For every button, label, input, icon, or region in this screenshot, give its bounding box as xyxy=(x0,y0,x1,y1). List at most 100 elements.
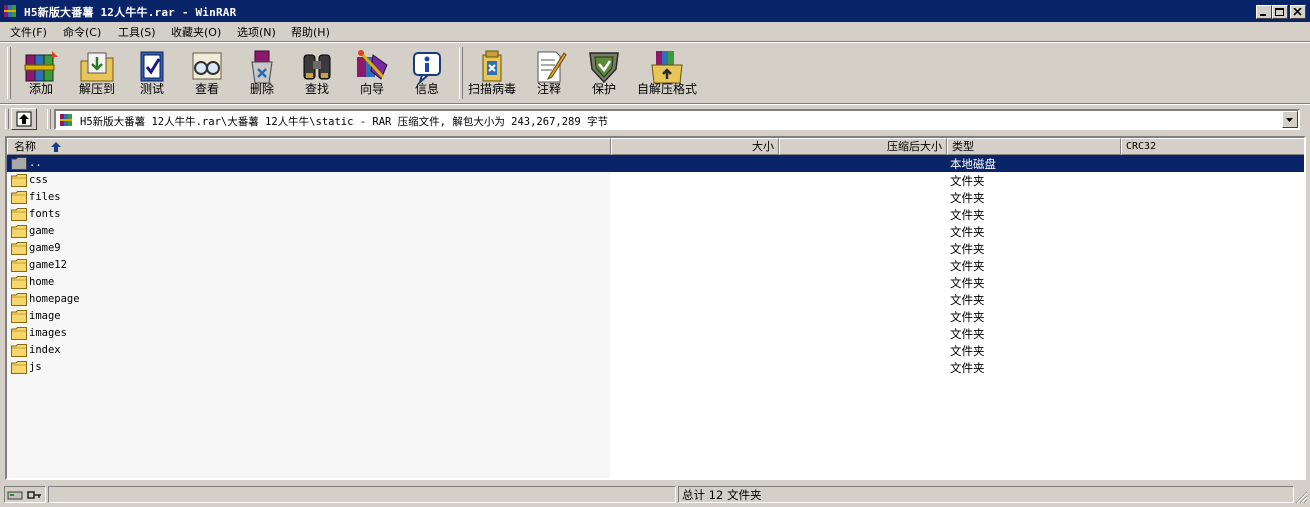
folder-icon xyxy=(11,310,27,323)
table-row[interactable]: files 文件夹 xyxy=(7,189,1304,206)
row-name: js xyxy=(29,361,42,373)
extract-to-label: 解压到 xyxy=(78,82,115,96)
table-row[interactable]: fonts 文件夹 xyxy=(7,206,1304,223)
folder-icon xyxy=(11,327,27,340)
winrar-app-icon[interactable] xyxy=(3,3,19,19)
status-selection-panel xyxy=(48,486,676,503)
row-type: 文件夹 xyxy=(950,208,985,222)
table-row[interactable]: css 文件夹 xyxy=(7,172,1304,189)
table-row[interactable]: homepage 文件夹 xyxy=(7,291,1304,308)
maximize-icon xyxy=(1275,8,1284,16)
row-type: 文件夹 xyxy=(950,293,985,307)
row-name: image xyxy=(29,310,61,322)
add-button[interactable]: 添加 xyxy=(14,45,68,101)
minimize-icon xyxy=(1260,14,1266,16)
extract-to-button[interactable]: 解压到 xyxy=(70,45,124,101)
status-drive-panel[interactable] xyxy=(4,486,46,503)
maximize-button[interactable] xyxy=(1272,5,1288,19)
menu-tools[interactable]: 工具(S) xyxy=(118,24,156,40)
row-name: home xyxy=(29,276,55,288)
address-bar: H5新版大番薯 12人牛牛.rar\大番薯 12人牛牛\static - RAR… xyxy=(0,107,1310,133)
address-grip-2[interactable] xyxy=(47,109,51,129)
add-label: 添加 xyxy=(28,82,53,96)
table-row[interactable]: game 文件夹 xyxy=(7,223,1304,240)
menu-help[interactable]: 帮助(H) xyxy=(291,24,330,40)
address-path: H5新版大番薯 12人牛牛.rar\大番薯 12人牛牛\static - RAR… xyxy=(80,116,609,128)
column-size[interactable]: 大小 xyxy=(611,138,779,155)
up-folder-button[interactable] xyxy=(11,108,37,130)
address-combobox[interactable]: H5新版大番薯 12人牛牛.rar\大番薯 12人牛牛\static - RAR… xyxy=(54,109,1300,130)
table-row[interactable]: game9 文件夹 xyxy=(7,240,1304,257)
row-name: game xyxy=(29,225,55,237)
resize-grip-icon[interactable] xyxy=(1294,490,1308,504)
row-type: 文件夹 xyxy=(950,310,985,324)
folder-icon xyxy=(11,174,27,187)
rar-archive-icon xyxy=(60,114,72,126)
row-type: 文件夹 xyxy=(950,361,985,375)
protect-button[interactable]: 保护 xyxy=(577,45,631,101)
status-summary-panel: 总计 12 文件夹 xyxy=(678,486,1294,503)
delete-button[interactable]: 删除 xyxy=(235,45,289,101)
row-type: 文件夹 xyxy=(950,259,985,273)
row-name: homepage xyxy=(29,293,80,305)
status-summary: 总计 12 文件夹 xyxy=(682,488,762,502)
address-grip[interactable] xyxy=(5,109,9,129)
sfx-label: 自解压格式 xyxy=(636,82,697,96)
menu-bar: 文件(F) 命令(C) 工具(S) 收藏夹(O) 选项(N) 帮助(H) xyxy=(0,22,1310,41)
row-name: .. xyxy=(29,157,42,169)
close-icon xyxy=(1293,8,1302,16)
find-label: 查找 xyxy=(304,82,329,96)
info-button[interactable]: 信息 xyxy=(400,45,454,101)
table-row[interactable]: js 文件夹 xyxy=(7,359,1304,376)
status-bar: 总计 12 文件夹 xyxy=(0,484,1310,507)
view-label: 查看 xyxy=(194,82,219,96)
row-name: images xyxy=(29,327,67,339)
column-packed[interactable]: 压缩后大小 xyxy=(779,138,947,155)
view-button[interactable]: 查看 xyxy=(180,45,234,101)
row-type: 本地磁盘 xyxy=(950,157,996,171)
table-row[interactable]: images 文件夹 xyxy=(7,325,1304,342)
find-button[interactable]: 查找 xyxy=(290,45,344,101)
file-list[interactable]: 名称 大小 压缩后大小 类型 CRC32 .. 本地磁盘 css 文件夹 fil… xyxy=(5,136,1306,480)
column-type[interactable]: 类型 xyxy=(947,138,1121,155)
row-name: files xyxy=(29,191,61,203)
chevron-down-icon xyxy=(1286,118,1293,122)
menu-commands[interactable]: 命令(C) xyxy=(63,24,101,40)
toolbar-grip[interactable] xyxy=(7,47,11,99)
toolbar-separator-line xyxy=(0,103,1310,105)
column-name[interactable]: 名称 xyxy=(7,138,611,155)
menu-favorites[interactable]: 收藏夹(O) xyxy=(171,24,221,40)
table-row[interactable]: .. 本地磁盘 xyxy=(7,155,1304,172)
table-row[interactable]: game12 文件夹 xyxy=(7,257,1304,274)
window-title: H5新版大番薯 12人牛牛.rar - WinRAR xyxy=(24,6,237,19)
folder-icon xyxy=(11,242,27,255)
comment-button[interactable]: 注释 xyxy=(522,45,576,101)
up-arrow-icon xyxy=(16,111,32,127)
wizard-button[interactable]: 向导 xyxy=(345,45,399,101)
column-crc-label: CRC32 xyxy=(1126,141,1157,152)
column-crc[interactable]: CRC32 xyxy=(1121,138,1304,155)
delete-label: 删除 xyxy=(249,82,274,96)
menu-file[interactable]: 文件(F) xyxy=(10,24,47,40)
minimize-button[interactable] xyxy=(1256,5,1272,19)
column-type-label: 类型 xyxy=(952,140,974,153)
table-row[interactable]: home 文件夹 xyxy=(7,274,1304,291)
folder-icon xyxy=(11,344,27,357)
folder-icon xyxy=(11,225,27,238)
sfx-button[interactable]: 自解压格式 xyxy=(633,45,701,101)
parent-folder-icon xyxy=(11,157,27,170)
row-name: fonts xyxy=(29,208,61,220)
sort-ascending-icon xyxy=(51,142,61,152)
row-type: 文件夹 xyxy=(950,174,985,188)
info-label: 信息 xyxy=(414,82,439,96)
row-name: game12 xyxy=(29,259,67,271)
table-row[interactable]: image 文件夹 xyxy=(7,308,1304,325)
table-row[interactable]: index 文件夹 xyxy=(7,342,1304,359)
test-button[interactable]: 测试 xyxy=(125,45,179,101)
folder-icon xyxy=(11,208,27,221)
close-button[interactable] xyxy=(1290,5,1306,19)
virus-scan-button[interactable]: 扫描病毒 xyxy=(463,45,521,101)
row-name: index xyxy=(29,344,61,356)
menu-options[interactable]: 选项(N) xyxy=(237,24,276,40)
address-dropdown-button[interactable] xyxy=(1282,111,1298,128)
